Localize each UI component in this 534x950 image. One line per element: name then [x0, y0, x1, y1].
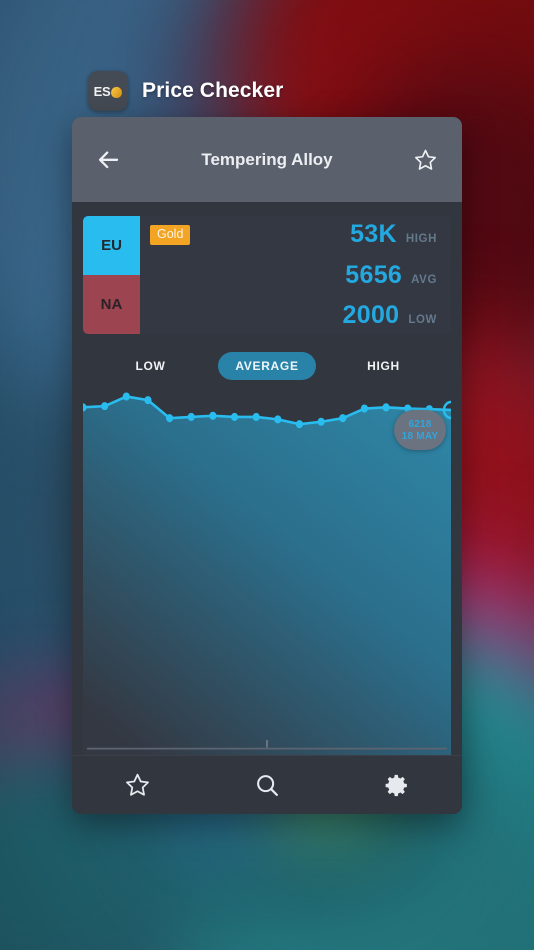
price-history-chart[interactable]: 6218 18 MAY: [83, 388, 451, 755]
chart-point[interactable]: [252, 412, 260, 421]
low-price-label: LOW: [408, 314, 437, 326]
statistic-segmented-control: LOW AVERAGE HIGH: [83, 343, 451, 388]
star-outline-icon: [125, 773, 149, 796]
favorite-toggle-button[interactable]: [410, 145, 440, 175]
app-icon-label: ES: [93, 83, 111, 99]
chart-point[interactable]: [122, 392, 130, 401]
es-coin-icon[interactable]: ES: [88, 71, 128, 111]
nav-search-button[interactable]: [202, 756, 332, 814]
gold-coin-icon: [109, 85, 124, 100]
currency-badge[interactable]: Gold: [150, 225, 191, 245]
nav-settings-button[interactable]: [332, 756, 462, 814]
search-icon: [256, 774, 278, 796]
price-checker-app-window: Tempering Alloy EU NA Gold 53K HIGH 5656…: [72, 117, 462, 814]
chart-area-fill: [83, 396, 451, 755]
price-row-low: 2000 LOW: [343, 301, 437, 330]
chart-tooltip: 6218 18 MAY: [394, 410, 446, 450]
gear-icon: [385, 774, 407, 796]
chart-point[interactable]: [339, 414, 347, 423]
price-row-avg: 5656 AVG: [345, 261, 437, 290]
chart-point[interactable]: [101, 402, 109, 411]
app-name-label: Price Checker: [142, 79, 284, 102]
chart-point[interactable]: [360, 404, 369, 413]
back-button[interactable]: [94, 145, 124, 175]
segment-high[interactable]: HIGH: [316, 352, 451, 380]
price-row-high: 53K HIGH: [350, 220, 437, 249]
app-header-bar: Tempering Alloy: [72, 117, 462, 202]
region-tab-na[interactable]: NA: [83, 275, 140, 334]
app-title-row: ES Price Checker: [88, 71, 283, 111]
region-tab-na-label: NA: [100, 296, 123, 313]
tooltip-date: 18 MAY: [401, 430, 439, 442]
chart-point[interactable]: [209, 411, 217, 420]
low-price-value: 2000: [342, 301, 400, 329]
chart-plot-group: [83, 392, 451, 755]
page-title: Tempering Alloy: [201, 149, 333, 169]
tooltip-value: 6218: [408, 418, 432, 430]
price-values-container: Gold 53K HIGH 5656 AVG 2000 LOW: [140, 216, 451, 334]
chart-point[interactable]: [317, 417, 325, 426]
segment-average[interactable]: AVERAGE: [218, 351, 316, 380]
chart-point[interactable]: [144, 396, 152, 405]
chart-point[interactable]: [382, 403, 390, 412]
avg-price-value: 5656: [345, 260, 403, 289]
region-tab-eu[interactable]: EU: [83, 216, 140, 275]
region-tab-eu-label: EU: [101, 237, 122, 254]
chart-section: LOW AVERAGE HIGH 6218 18 MAY: [83, 343, 451, 755]
bottom-navigation-bar: [72, 755, 462, 814]
chart-point[interactable]: [187, 412, 195, 421]
segment-low[interactable]: LOW: [83, 352, 218, 380]
chart-point[interactable]: [295, 420, 304, 429]
price-history-chart-svg: [83, 392, 451, 755]
region-selector: EU NA: [83, 216, 140, 334]
chart-point[interactable]: [274, 415, 282, 424]
avg-price-label: AVG: [411, 273, 437, 286]
arrow-left-icon: [98, 150, 119, 168]
price-summary-panel: EU NA Gold 53K HIGH 5656 AVG 2000 LOW: [83, 216, 451, 334]
high-price-value: 53K: [350, 220, 397, 248]
chart-point[interactable]: [230, 412, 239, 421]
nav-favorites-button[interactable]: [72, 756, 202, 814]
chart-point[interactable]: [165, 414, 174, 423]
star-outline-icon: [414, 149, 436, 170]
price-rows: 53K HIGH 5656 AVG 2000 LOW: [343, 220, 437, 330]
high-price-label: HIGH: [405, 233, 437, 245]
